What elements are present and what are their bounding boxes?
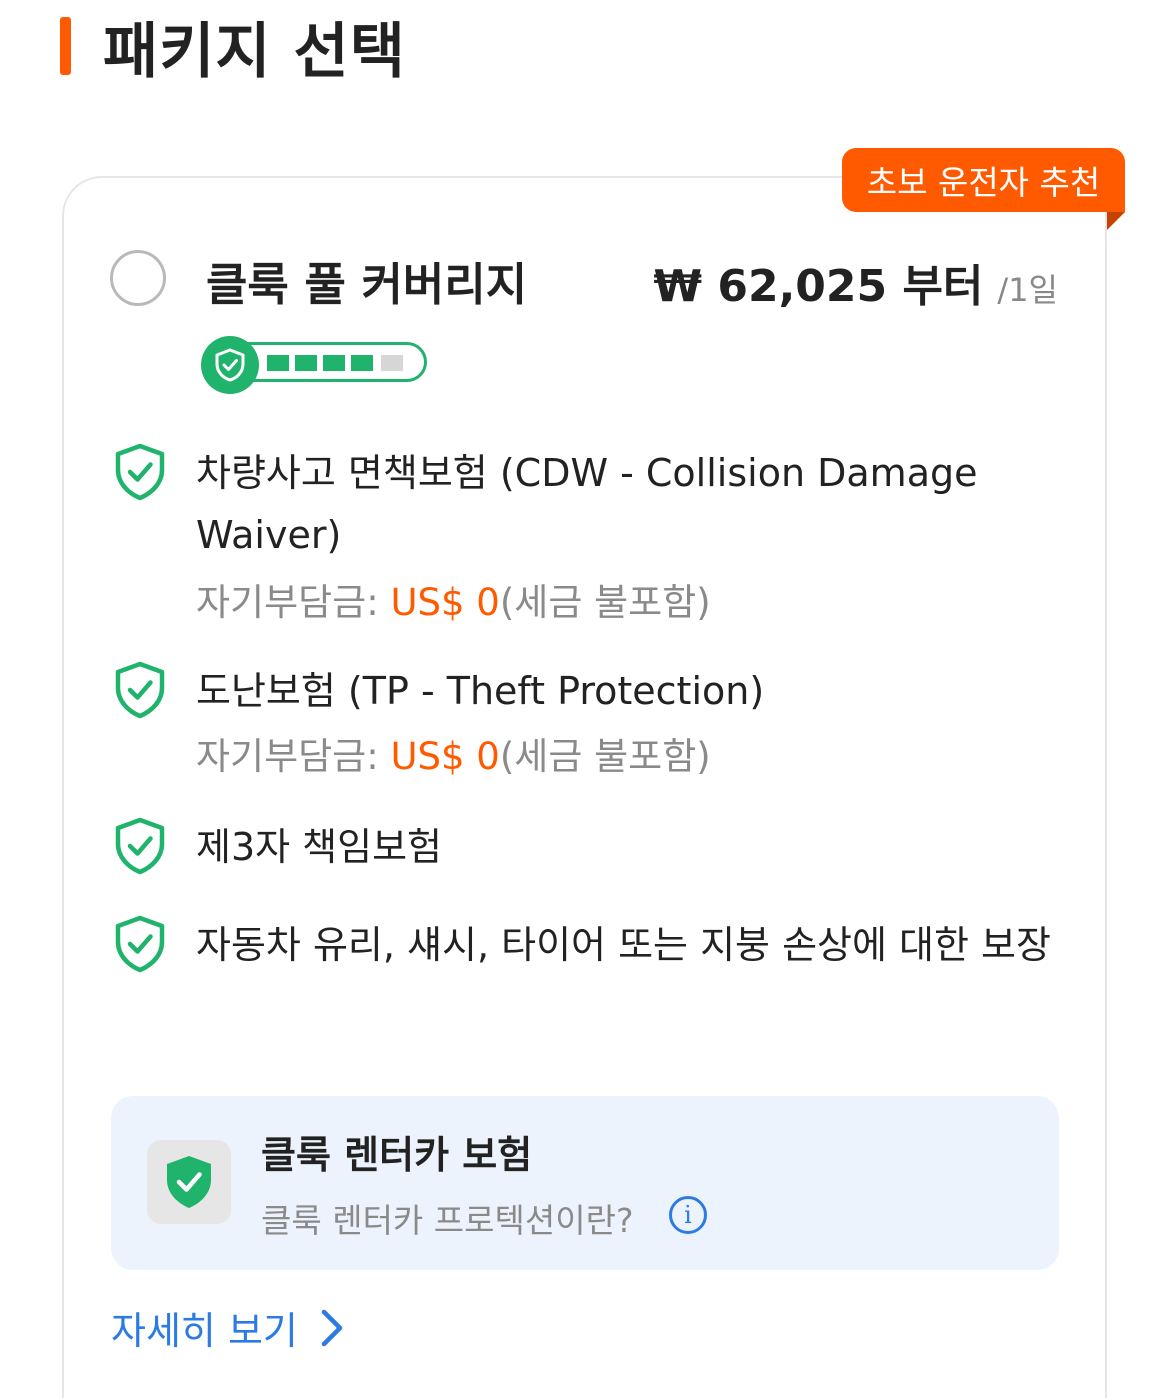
deductible-label: 자기부담금:	[196, 735, 379, 778]
package-radio[interactable]	[110, 250, 166, 306]
meter-segment	[295, 355, 317, 371]
shield-check-icon	[115, 817, 165, 875]
info-icon[interactable]: i	[669, 1196, 707, 1234]
badge-fold	[1107, 212, 1125, 230]
package-name: 클룩 풀 커버리지	[206, 258, 528, 311]
deductible-value: US$ 0	[390, 581, 500, 624]
coverage-deductible: 자기부담금: US$ 0(세금 불포함)	[196, 572, 711, 626]
meter-segment-empty	[381, 355, 403, 371]
insurance-info-box[interactable]: 클룩 렌터카 보험 클룩 렌터카 프로텍션이란? i	[111, 1096, 1059, 1270]
recommendation-badge: 초보 운전자 추천	[842, 148, 1125, 212]
shield-check-icon	[167, 1156, 211, 1208]
price-unit: /1일	[997, 271, 1058, 309]
coverage-deductible: 자기부담금: US$ 0(세금 불포함)	[196, 726, 711, 780]
insurance-icon-box	[147, 1140, 231, 1224]
meter-segment	[323, 355, 345, 371]
section-header: 패키지 선택	[60, 6, 406, 87]
meter-segment	[351, 355, 373, 371]
coverage-title: 차량사고 면책보험 (CDW - Collision Damage Waiver…	[196, 451, 978, 557]
view-details-link[interactable]: 자세히 보기	[111, 1300, 344, 1355]
deductible-value: US$ 0	[390, 735, 500, 778]
deductible-label: 자기부담금:	[196, 581, 379, 624]
protection-level-meter	[201, 336, 429, 394]
view-details-label: 자세히 보기	[111, 1309, 298, 1353]
price-value: ₩ 62,025 부터	[653, 261, 984, 312]
insurance-question[interactable]: 클룩 렌터카 프로텍션이란?	[261, 1194, 633, 1242]
shield-check-icon	[115, 915, 165, 973]
package-price: ₩ 62,025 부터 /1일	[653, 250, 1058, 314]
shield-check-icon	[115, 661, 165, 719]
deductible-note: (세금 불포함)	[499, 735, 711, 778]
coverage-title: 자동차 유리, 섀시, 타이어 또는 지붕 손상에 대한 보장	[196, 923, 1051, 967]
chevron-right-icon	[321, 1309, 343, 1346]
shield-check-icon	[201, 336, 259, 394]
page: 패키지 선택 초보 운전자 추천 클룩 풀 커버리지 ₩ 62,025 부터 /…	[0, 0, 1170, 1398]
title-accent-bar	[60, 17, 71, 75]
coverage-title: 도난보험 (TP - Theft Protection)	[196, 669, 765, 713]
deductible-note: (세금 불포함)	[499, 581, 711, 624]
shield-check-icon	[115, 443, 165, 501]
meter-segment	[267, 355, 289, 371]
insurance-title: 클룩 렌터카 보험	[261, 1133, 533, 1177]
page-title: 패키지 선택	[103, 16, 406, 87]
coverage-title: 제3자 책임보험	[196, 825, 443, 869]
